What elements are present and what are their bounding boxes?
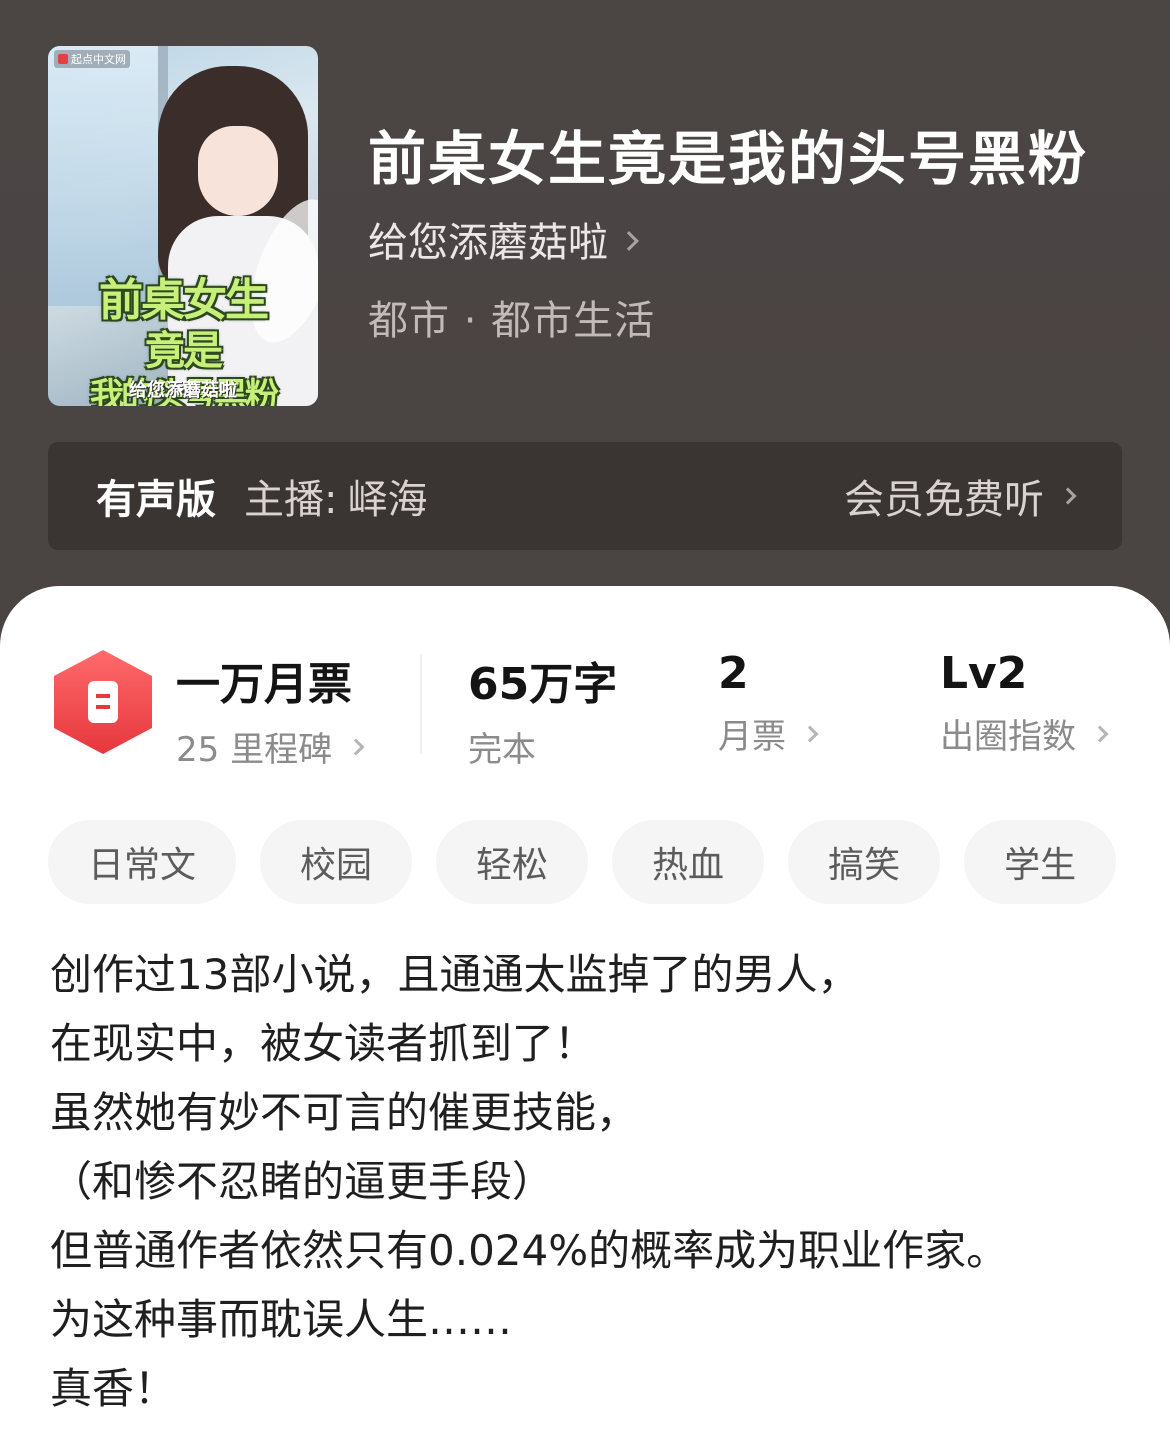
tag-chip[interactable]: 轻松	[436, 820, 589, 904]
member-free-listen-label: 会员免费听	[844, 477, 1044, 523]
ticket-hexagon-icon	[54, 650, 152, 754]
tag-chip[interactable]: 日常文	[48, 820, 237, 904]
stats-divider	[420, 654, 422, 754]
synopsis-line: 创作过13部小说，且通通太监掉了的男人，	[50, 950, 860, 999]
monthly-tickets-stat[interactable]: 2 月票	[718, 648, 819, 758]
member-free-listen-button[interactable]: 会员免费听	[844, 467, 1077, 525]
book-detail-page: 起点中文网 前桌女生 竟是 我的头号黑粉 给您添蘑菇啦 前桌女生竟是我的头号黑粉…	[0, 0, 1170, 1446]
popularity-level: Lv2	[940, 648, 1028, 699]
word-count-unit: 万字	[529, 659, 618, 710]
milestone-sub-row[interactable]: 25 里程碑	[176, 722, 365, 771]
synopsis-line: （和惨不忍睹的逼更手段）	[50, 1157, 555, 1206]
book-category[interactable]: 都市 · 都市生活	[368, 288, 655, 346]
book-cover-image[interactable]: 起点中文网 前桌女生 竟是 我的头号黑粉 给您添蘑菇啦	[48, 46, 318, 406]
author-name[interactable]: 给您添蘑菇啦	[368, 210, 608, 268]
ticket-icon	[88, 681, 118, 723]
book-synopsis[interactable]: 创作过13部小说，且通通太监掉了的男人， 在现实中，被女读者抓到了！ 虽然她有妙…	[50, 940, 1130, 1423]
monthly-tickets-label: 月票	[718, 717, 786, 757]
monthly-tickets-count: 2	[718, 648, 749, 699]
cover-publisher-logo: 起点中文网	[54, 50, 130, 68]
book-status-row: 完本	[468, 722, 617, 771]
cover-author: 给您添蘑菇啦	[129, 380, 237, 401]
book-title: 前桌女生竟是我的头号黑粉	[368, 125, 1089, 193]
tag-chip[interactable]: 热血	[612, 820, 765, 904]
word-count-row: 65万字	[468, 648, 617, 712]
tag-chip[interactable]: 校园	[260, 820, 413, 904]
milestone-title: 一万月票	[176, 659, 352, 710]
author-link[interactable]: 给您添蘑菇啦	[368, 210, 639, 268]
chevron-right-icon	[347, 738, 365, 755]
chevron-right-icon	[1091, 725, 1109, 742]
popularity-index-stat[interactable]: Lv2 出圈指数	[940, 648, 1109, 758]
synopsis-line: 在现实中，被女读者抓到了！	[50, 1019, 597, 1068]
chevron-right-icon	[1059, 487, 1077, 505]
chevron-right-icon	[619, 231, 639, 251]
popularity-index-label: 出圈指数	[940, 717, 1076, 757]
tag-chip[interactable]: 学生	[964, 820, 1117, 904]
audio-version-bar[interactable]: 有声版 主播: 峄海 会员免费听	[48, 442, 1122, 550]
narrator-name: 峄海	[347, 477, 428, 523]
audio-version-label: 有声版	[96, 477, 216, 523]
monthly-ticket-badge[interactable]	[54, 650, 152, 754]
monthly-tickets-row[interactable]: 月票	[718, 709, 819, 758]
milestone-stat[interactable]: 一万月票 25 里程碑	[176, 648, 365, 771]
cover-art-face	[198, 126, 278, 216]
word-count-number: 65	[468, 659, 530, 710]
chevron-right-icon	[801, 725, 819, 742]
book-status: 完本	[468, 730, 536, 770]
book-info-card: 一万月票 25 里程碑 65万字 完本 2 月票 Lv2 出圈指数 日常文 校园…	[0, 586, 1170, 1446]
synopsis-line: 虽然她有妙不可言的催更技能，	[50, 1088, 639, 1137]
synopsis-line: 为这种事而耽误人生……	[50, 1295, 513, 1344]
word-count-stat: 65万字 完本	[468, 648, 617, 771]
tag-chip[interactable]: 搞笑	[788, 820, 941, 904]
tag-list: 日常文 校园 轻松 热血 搞笑 学生	[48, 820, 1117, 904]
synopsis-line: 但普通作者依然只有0.024%的概率成为职业作家。	[50, 1226, 1009, 1275]
synopsis-line: 真香！	[50, 1364, 177, 1413]
narrator-prefix: 主播:	[244, 477, 338, 523]
milestone-sub: 25 里程碑	[176, 730, 333, 770]
popularity-index-row[interactable]: 出圈指数	[940, 709, 1109, 758]
